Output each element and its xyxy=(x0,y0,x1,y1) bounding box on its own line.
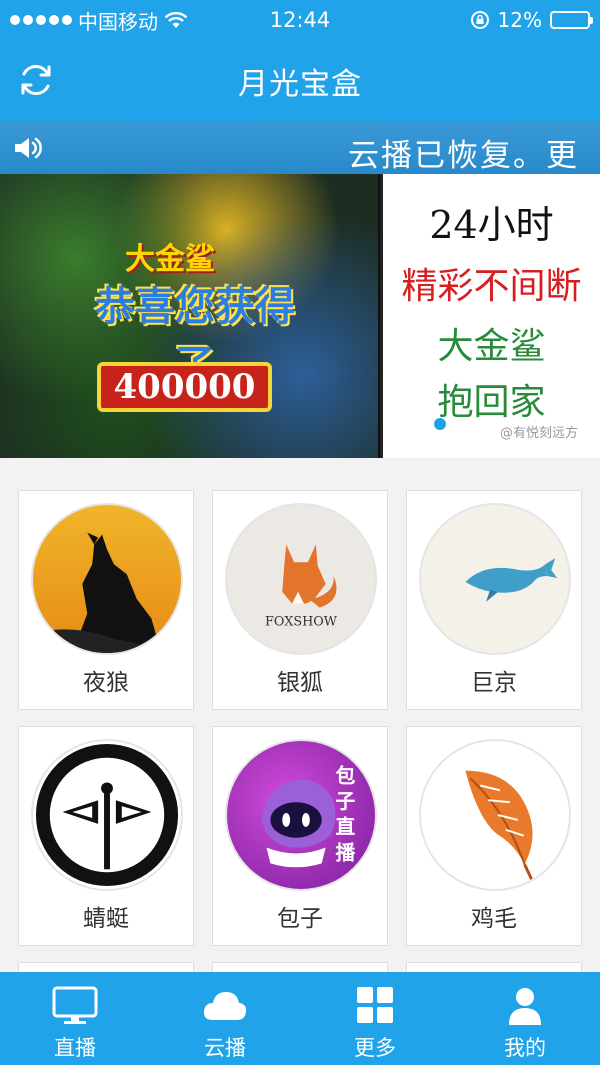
whale-logo-icon xyxy=(419,503,571,655)
banner-game-title: 大金鲨 xyxy=(125,242,215,277)
tab-cloud[interactable]: 云播 xyxy=(150,972,300,1065)
fox-logo-text: FOXSHOW xyxy=(265,614,338,629)
signal-strength-icon xyxy=(10,15,72,25)
channel-card-fox[interactable]: FOXSHOW 银狐 xyxy=(212,490,388,710)
tab-label: 我的 xyxy=(504,1036,546,1060)
wifi-icon xyxy=(164,12,188,28)
slogan-line-3: 大金鲨 xyxy=(437,326,546,367)
banner-game-image: 大金鲨 恭喜您获得了 400000 xyxy=(0,174,378,458)
tab-label: 更多 xyxy=(354,1036,396,1060)
channel-card-dragonfly[interactable]: 蜻蜓 xyxy=(18,726,194,946)
battery-icon xyxy=(550,11,593,29)
tab-mine[interactable]: 我的 xyxy=(450,972,600,1065)
channel-label: 包子 xyxy=(277,906,323,932)
fox-logo-icon: FOXSHOW xyxy=(225,503,377,655)
baozi-logo-char: 子 xyxy=(336,790,356,813)
slogan-line-4: 抱回家 xyxy=(437,382,546,423)
carrier-name: 中国移动 xyxy=(78,9,158,34)
channel-card-wolf[interactable]: 夜狼 xyxy=(18,490,194,710)
tab-more[interactable]: 更多 xyxy=(300,972,450,1065)
page-title: 月光宝盒 xyxy=(238,67,362,102)
channel-card-feather[interactable]: 鸡毛 xyxy=(406,726,582,946)
channel-label: 银狐 xyxy=(277,670,323,696)
banner-slogan-panel: 24小时 精彩不间断 大金鲨 抱回家 xyxy=(380,174,600,458)
cloud-icon xyxy=(203,992,247,1020)
baozi-logo-char: 播 xyxy=(336,841,356,864)
status-bar: 中国移动 12:44 12% xyxy=(0,0,600,40)
channel-label: 巨京 xyxy=(471,670,517,696)
announcement-text: 云播已恢复。更 xyxy=(348,138,579,174)
banner-prize-amount: 400000 xyxy=(97,362,272,412)
banner-watermark: @有悦刻远方 xyxy=(500,426,579,441)
slogan-line-1: 24小时 xyxy=(429,203,554,247)
announcement-bar[interactable]: 云播已恢复。更 xyxy=(0,122,600,174)
channel-label: 夜狼 xyxy=(83,670,129,696)
channel-label: 鸡毛 xyxy=(471,906,517,932)
baozi-logo-char: 包 xyxy=(336,764,356,787)
navigation-bar: 月光宝盒 xyxy=(0,40,600,122)
channel-card-whale[interactable]: 巨京 xyxy=(406,490,582,710)
orientation-lock-icon xyxy=(470,11,489,29)
baozi-logo-char: 直 xyxy=(336,816,356,839)
battery-percent: 12% xyxy=(497,8,542,32)
tab-live[interactable]: 直播 xyxy=(0,972,150,1065)
wolf-logo-icon xyxy=(31,503,183,655)
tab-bar: 直播 云播 更多 我的 xyxy=(0,972,600,1065)
channel-card-baozi[interactable]: 包 子 直 播 包子 xyxy=(212,726,388,946)
banner-page-indicator[interactable] xyxy=(434,418,446,430)
promo-banner[interactable]: 大金鲨 恭喜您获得了 400000 24小时 精彩不间断 大金鲨 抱回家 @有悦… xyxy=(0,174,600,458)
speaker-icon xyxy=(15,137,42,159)
baozi-mascot-logo-icon: 包 子 直 播 xyxy=(225,739,377,891)
user-icon xyxy=(509,988,541,1025)
grid-icon xyxy=(357,987,393,1023)
feather-logo-icon xyxy=(419,739,571,891)
dragonfly-logo-icon xyxy=(31,739,183,891)
refresh-icon[interactable] xyxy=(16,60,56,100)
channel-label: 蜻蜓 xyxy=(83,906,129,932)
slogan-line-2: 精彩不间断 xyxy=(401,266,582,307)
tv-icon xyxy=(52,986,98,1024)
tab-label: 直播 xyxy=(54,1036,96,1060)
tab-label: 云播 xyxy=(204,1036,246,1060)
